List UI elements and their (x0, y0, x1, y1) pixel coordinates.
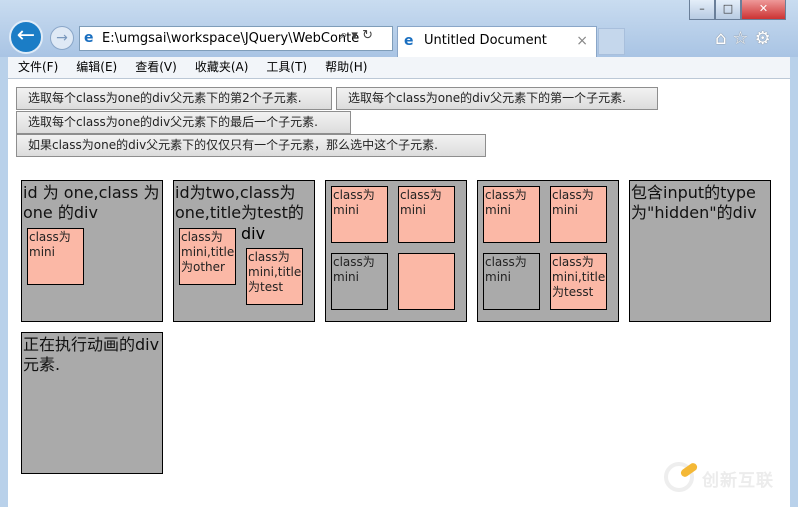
back-arrow-icon: ← (16, 23, 36, 48)
maximize-button[interactable]: □ (715, 0, 741, 20)
mini-div: class为 mini (398, 186, 455, 243)
address-text: E:\umgsai\workspace\JQuery\WebConte (102, 31, 360, 46)
tab-close-icon[interactable]: × (576, 27, 588, 55)
new-tab-button[interactable] (598, 28, 625, 55)
box-text-div: div (241, 224, 266, 243)
home-favorites-tools-icons[interactable]: ⌂☆⚙ (715, 28, 777, 49)
mini-div: class为 mini (331, 186, 388, 243)
forward-button[interactable]: → (50, 26, 74, 50)
ie-page-icon: e (84, 30, 94, 46)
select-last-child-button[interactable]: 选取每个class为one的div父元素下的最后一个子元素. (16, 111, 351, 134)
close-window-button[interactable]: ✕ (741, 0, 786, 20)
box-text: 包含input的type为"hidden"的div (631, 183, 757, 222)
div-animated: 正在执行动画的div元素. (21, 332, 163, 474)
mini-div: class为 mini (331, 253, 388, 310)
plain-div (398, 253, 455, 310)
menu-view[interactable]: 查看(V) (135, 60, 177, 74)
menu-edit[interactable]: 编辑(E) (76, 60, 117, 74)
forward-arrow-icon: → (56, 30, 68, 46)
mini-div: class为 mini (483, 186, 540, 243)
tab-title: Untitled Document (424, 33, 547, 48)
back-button[interactable]: ← (9, 20, 43, 54)
search-refresh-icons[interactable]: ⌕ ▾ ↻ (340, 28, 373, 43)
box-text: 正在执行动画的div元素. (23, 335, 160, 374)
div-hidden-input: 包含input的type为"hidden"的div (629, 180, 771, 322)
minimize-button[interactable]: – (689, 0, 715, 20)
watermark-text: 创新互联 (702, 471, 774, 491)
menu-file[interactable]: 文件(F) (18, 60, 58, 74)
mini-div: class为 mini (550, 186, 607, 243)
box-text: id为two,class为one,title为test的 (175, 183, 304, 222)
menu-favorites[interactable]: 收藏夹(A) (195, 60, 249, 74)
mini-div: class为 mini (483, 253, 540, 310)
mini-div-title-test: class为 mini,title为test (246, 248, 303, 305)
select-second-child-button[interactable]: 选取每个class为one的div父元素下的第2个子元素. (16, 87, 332, 110)
box-text: id 为 one,class 为 one 的div (23, 183, 160, 222)
menu-help[interactable]: 帮助(H) (325, 60, 367, 74)
mini-div: class为 mini (27, 228, 84, 285)
menu-tools[interactable]: 工具(T) (266, 60, 307, 74)
mini-div-title-other: class为 mini,title为other (179, 228, 236, 285)
select-first-child-button[interactable]: 选取每个class为one的div父元素下的第一个子元素. (336, 87, 658, 110)
tab-untitled-document[interactable]: e Untitled Document × (397, 26, 597, 57)
mini-div-title-tesst: class为 mini,title为tesst (550, 253, 607, 310)
menu-bar: 文件(F) 编辑(E) 查看(V) 收藏夹(A) 工具(T) 帮助(H) (8, 57, 790, 79)
select-only-child-button[interactable]: 如果class为one的div父元素下的仅仅只有一个子元素，那么选中这个子元素. (16, 134, 486, 157)
ie-tab-icon: e (404, 33, 414, 49)
